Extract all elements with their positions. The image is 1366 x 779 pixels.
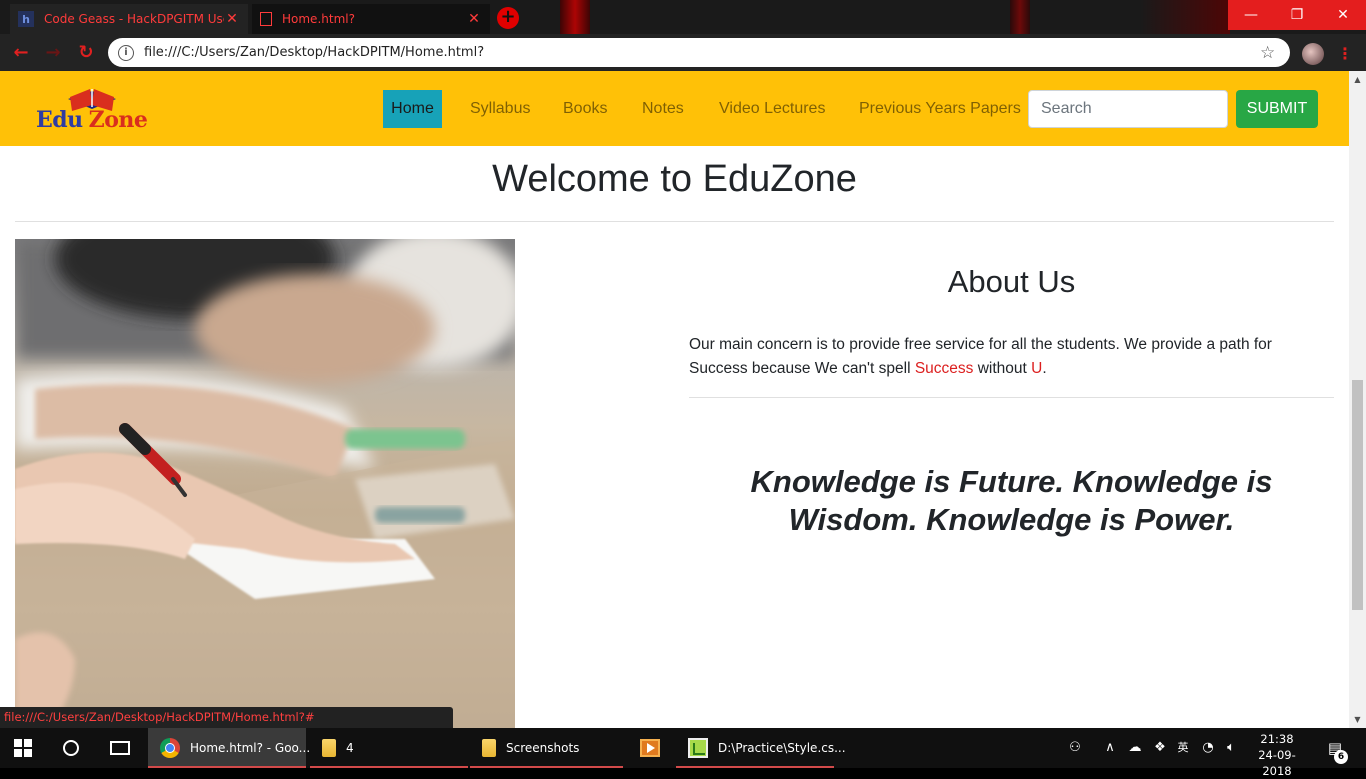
divider <box>15 221 1334 222</box>
wifi-icon[interactable]: ◔ <box>1200 738 1216 758</box>
bookmark-star-icon[interactable]: ☆ <box>1260 43 1282 63</box>
tab-close-icon[interactable]: ✕ <box>224 11 240 27</box>
browser-tab-code-geass[interactable]: h Code Geass - HackDPGITM Users ✕ <box>10 4 248 34</box>
nav-link-syllabus[interactable]: Syllabus <box>470 90 530 128</box>
window-close-icon[interactable]: ✕ <box>1320 0 1366 30</box>
taskbar-item-label: Home.html? - Goo... <box>190 741 311 755</box>
nav-link-previous-years-papers[interactable]: Previous Years Papers <box>859 90 1021 128</box>
cortana-search-icon[interactable] <box>63 740 79 756</box>
wallpaper-art <box>1140 0 1230 34</box>
media-player-icon <box>640 739 660 757</box>
address-bar[interactable]: i file:///C:/Users/Zan/Desktop/HackDPITM… <box>108 38 1290 67</box>
page-viewport: Edu Zone Home Syllabus Books Notes Video … <box>0 71 1349 728</box>
windows-taskbar: Home.html? - Goo... 4 Screenshots D:\Pra… <box>0 728 1366 778</box>
new-tab-plus-icon[interactable]: + <box>497 7 519 29</box>
clock-time: 21:38 <box>1260 732 1294 746</box>
highlight-success: Success <box>914 360 974 377</box>
people-icon[interactable]: ⚇ <box>1066 738 1084 758</box>
scroll-thumb[interactable] <box>1352 380 1363 610</box>
system-clock[interactable]: 21:38 24-09-2018 <box>1252 731 1302 779</box>
about-us-text: Our main concern is to provide free serv… <box>689 333 1334 381</box>
reload-icon[interactable]: ↻ <box>75 42 97 64</box>
about-text-part: without <box>973 360 1032 377</box>
logo-zone: Zone <box>88 107 148 133</box>
taskbar-item-screenshots[interactable]: Screenshots <box>470 728 623 768</box>
forward-arrow-icon[interactable]: → <box>42 42 64 64</box>
nav-link-books[interactable]: Books <box>563 90 607 128</box>
window-restore-icon[interactable]: ❐ <box>1274 0 1320 30</box>
students-writing-photo <box>15 239 515 728</box>
eduzone-logo[interactable]: Edu Zone <box>36 85 166 133</box>
link-status-bubble: file:///C:/Users/Zan/Desktop/HackDPITM/H… <box>0 707 453 728</box>
taskbar-item-folder-4[interactable]: 4 <box>310 728 468 768</box>
browser-menu-icon[interactable]: ⋮ <box>1337 43 1353 65</box>
site-navbar: Edu Zone Home Syllabus Books Notes Video … <box>0 71 1349 146</box>
input-method-icon[interactable]: 英 <box>1174 738 1192 758</box>
logo-edu: Edu <box>36 107 83 133</box>
page-title: Welcome to EduZone <box>492 158 857 200</box>
submit-button[interactable]: SUBMIT <box>1236 90 1318 128</box>
folder-icon <box>322 739 336 757</box>
taskbar-item-notepad[interactable]: D:\Practice\Style.cs... <box>676 728 846 768</box>
divider <box>689 397 1334 398</box>
wallpaper-art <box>1010 0 1030 34</box>
nav-link-notes[interactable]: Notes <box>642 90 684 128</box>
browser-toolbar: ← → ↻ i file:///C:/Users/Zan/Desktop/Hac… <box>0 34 1366 71</box>
nav-link-video-lectures[interactable]: Video Lectures <box>719 90 825 128</box>
taskbar-item-label: 4 <box>346 741 354 755</box>
address-url[interactable]: file:///C:/Users/Zan/Desktop/HackDPITM/H… <box>144 45 1260 60</box>
tab-title: Code Geass - HackDPGITM Users <box>44 12 224 26</box>
task-view-icon[interactable] <box>110 741 130 755</box>
nav-link-home[interactable]: Home <box>383 90 442 128</box>
about-text-part: . <box>1042 360 1047 377</box>
window-minimize-icon[interactable]: — <box>1228 0 1274 30</box>
chrome-icon <box>160 738 180 758</box>
back-arrow-icon[interactable]: ← <box>10 42 32 64</box>
page-scrollbar[interactable]: ▲ ▼ <box>1349 71 1366 728</box>
dropbox-icon[interactable]: ❖ <box>1152 738 1168 758</box>
taskbar-item-label: D:\Practice\Style.cs... <box>718 741 846 755</box>
taskbar-item-label: Screenshots <box>506 741 580 755</box>
logo-text: Edu Zone <box>36 107 148 133</box>
folder-icon <box>482 739 496 757</box>
taskbar-item-media-player[interactable] <box>628 728 672 768</box>
notepad-icon <box>688 738 708 758</box>
cloud-sync-icon[interactable]: ☁ <box>1126 738 1144 758</box>
clock-date: 24-09-2018 <box>1258 748 1296 778</box>
show-hidden-icons-chevron-icon[interactable]: ∧ <box>1102 738 1118 758</box>
photo-illustration <box>15 239 515 728</box>
windows-start-icon[interactable] <box>14 739 32 757</box>
info-icon[interactable]: i <box>118 44 134 61</box>
scroll-up-arrow-icon[interactable]: ▲ <box>1349 71 1366 88</box>
wallpaper-art <box>560 0 590 34</box>
search-input[interactable] <box>1028 90 1228 128</box>
knowledge-quote: Knowledge is Future. Knowledge is Wisdom… <box>750 464 1273 537</box>
profile-avatar[interactable] <box>1302 43 1324 65</box>
highlight-u: U <box>1031 360 1043 377</box>
browser-tab-home[interactable]: Home.html? ✕ <box>252 4 490 34</box>
taskbar-item-chrome[interactable]: Home.html? - Goo... <box>148 728 310 768</box>
scroll-down-arrow-icon[interactable]: ▼ <box>1349 711 1366 728</box>
page-favicon-icon <box>260 12 272 26</box>
browser-titlebar: h Code Geass - HackDPGITM Users ✕ Home.h… <box>0 0 1366 34</box>
tab-title: Home.html? <box>282 12 355 26</box>
volume-icon[interactable]: 🔈︎ <box>1222 738 1240 758</box>
tab-close-icon[interactable]: ✕ <box>466 11 482 27</box>
about-us-heading: About Us <box>947 264 1076 299</box>
notification-count-badge: 6 <box>1334 750 1348 764</box>
hackerearth-favicon-icon: h <box>18 11 34 27</box>
